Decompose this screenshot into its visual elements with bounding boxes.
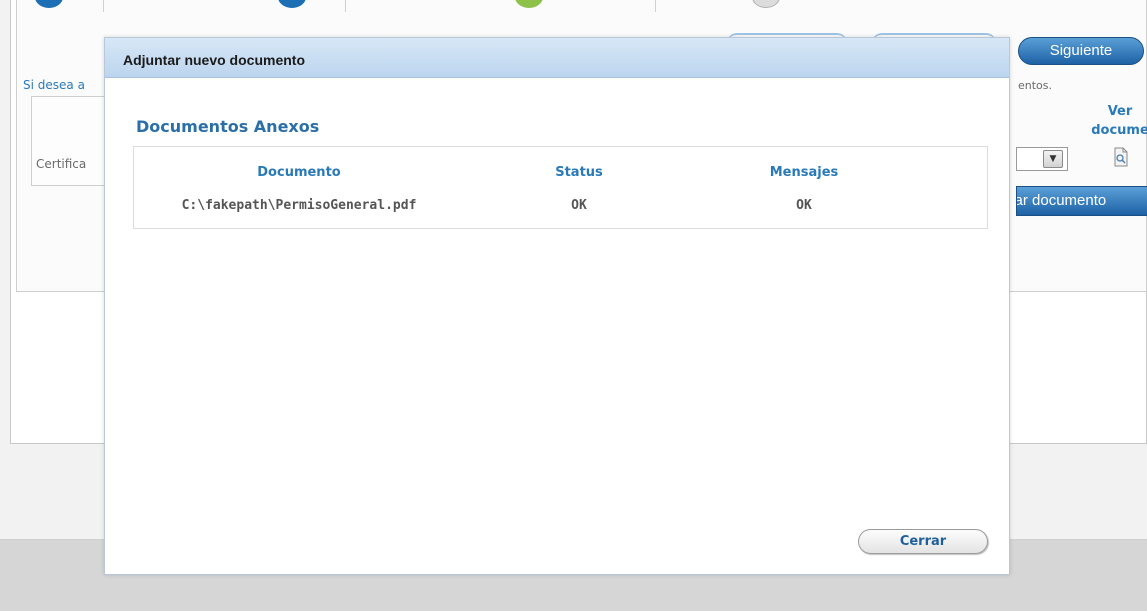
column-header-messages: Mensajes [769,165,839,180]
modal-header: Adjuntar nuevo documento [105,38,1009,78]
column-header-status: Status [555,165,603,180]
chevron-down-icon[interactable]: ▼ [1043,150,1063,168]
next-button[interactable]: Siguiente [1018,37,1144,65]
certificate-label: Certifica [36,157,87,171]
cell-status: OK [571,198,587,213]
document-magnifier-icon[interactable] [1113,147,1129,167]
modal-title: Adjuntar nuevo documento [123,52,305,68]
hint-text-end: entos. [1018,79,1053,92]
section-title: Documentos Anexos [136,117,320,136]
attach-document-modal: Adjuntar nuevo documento Documentos Anex… [104,37,1010,575]
view-document-label: Ver docume [1091,104,1147,138]
hint-text: Si desea a [23,78,85,92]
step-divider [103,0,104,12]
step-divider [655,0,656,12]
close-button[interactable]: Cerrar [858,529,988,554]
step-divider [345,0,346,12]
attach-document-button[interactable]: ntar documento [1016,186,1147,216]
column-header-document: Documento [257,165,341,180]
documents-table: Documento Status Mensajes C:\fakepath\Pe… [133,146,988,229]
cell-messages: OK [796,198,812,213]
cell-document-path: C:\fakepath\PermisoGeneral.pdf [181,198,417,213]
